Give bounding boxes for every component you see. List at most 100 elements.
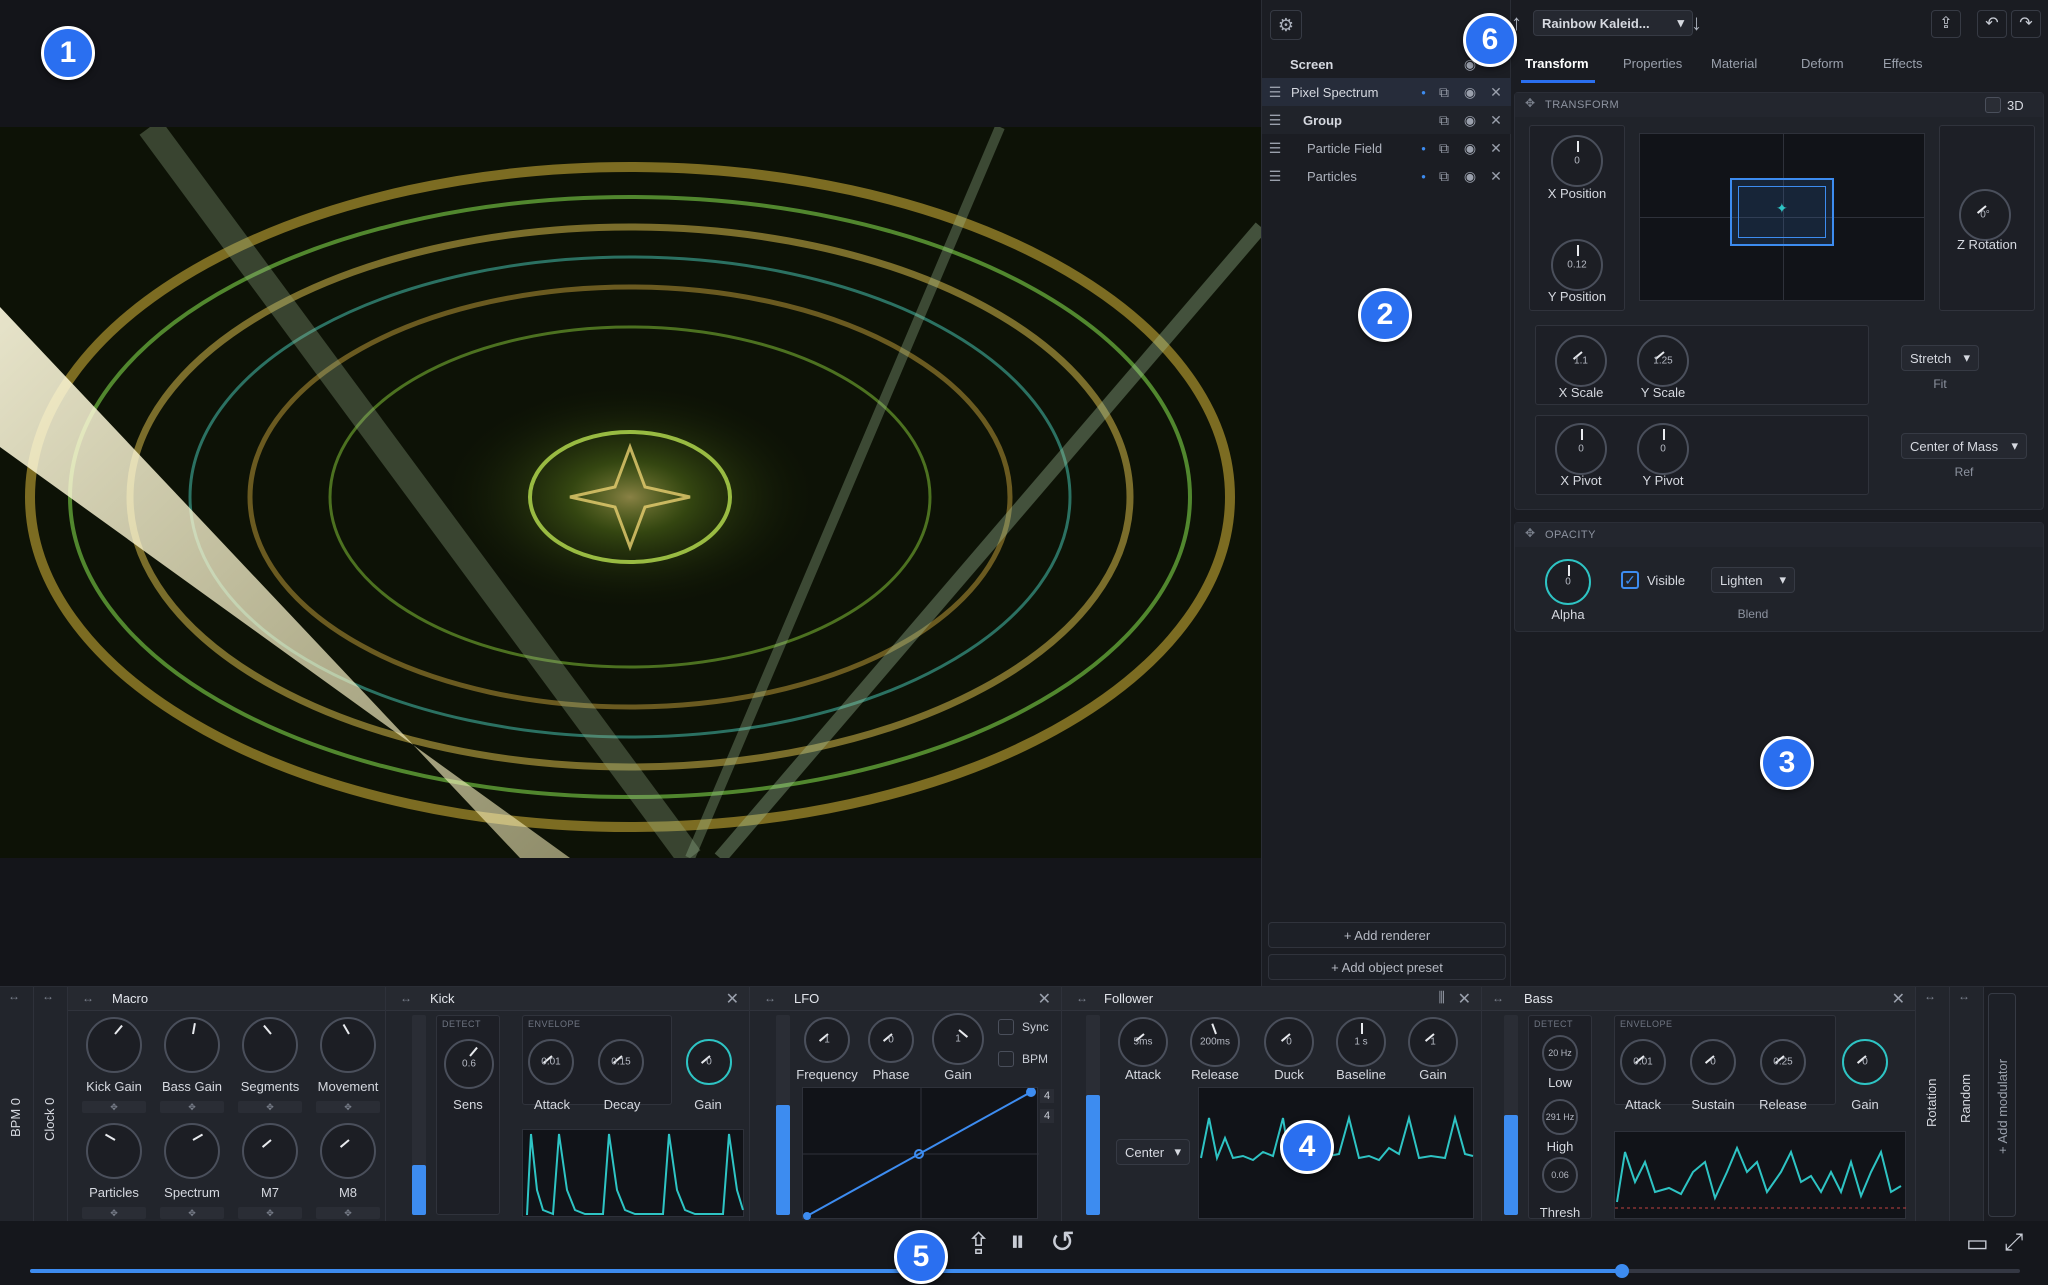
lfo-phase-knob[interactable]: 0 — [868, 1017, 914, 1063]
expand-icon[interactable]: ↔ — [1492, 991, 1504, 1005]
duplicate-icon[interactable]: ⧉ — [1436, 168, 1452, 184]
tab-deform[interactable]: Deform — [1801, 56, 1844, 71]
expand-icon[interactable]: ↔ — [400, 991, 412, 1005]
timeline-thumb[interactable] — [1615, 1264, 1629, 1278]
tab-properties[interactable]: Properties — [1623, 56, 1682, 71]
steps-top-value[interactable]: 4 — [1040, 1089, 1055, 1103]
macro-knob-segments[interactable] — [242, 1017, 298, 1073]
y-pivot-knob[interactable]: 0 — [1637, 423, 1689, 475]
eye-icon[interactable]: ◉ — [1462, 140, 1478, 156]
transform-bounds[interactable]: ✦ — [1730, 178, 1834, 246]
macro-knob-bass-gain[interactable] — [164, 1017, 220, 1073]
drag-handle-icon[interactable]: ☰ — [1267, 84, 1283, 100]
modulation-handle[interactable]: ✥ — [316, 1207, 380, 1219]
expand-icon[interactable]: ↔ — [1958, 989, 1970, 1003]
drag-handle-icon[interactable]: ☰ — [1267, 140, 1283, 156]
modulation-handle[interactable]: ✥ — [160, 1101, 224, 1113]
modulation-handle[interactable]: ✥ — [238, 1101, 302, 1113]
close-icon[interactable]: ✕ — [1488, 140, 1504, 156]
drag-handle-icon[interactable]: ☰ — [1267, 168, 1283, 184]
macro-knob-m7[interactable] — [242, 1123, 298, 1179]
pivot-icon[interactable]: ✦ — [1776, 200, 1788, 217]
layer-particles[interactable]: ☰ Particles ● ⧉ ◉ ✕ — [1262, 162, 1512, 190]
y-position-knob[interactable]: 0.12 — [1551, 239, 1603, 291]
3d-checkbox[interactable] — [1985, 97, 2001, 113]
follower-baseline-knob[interactable]: 1 s — [1336, 1017, 1386, 1067]
x-pivot-knob[interactable]: 0 — [1555, 423, 1607, 475]
tab-material[interactable]: Material — [1711, 56, 1757, 71]
sync-checkbox[interactable] — [998, 1019, 1014, 1035]
close-icon[interactable]: ✕ — [1488, 84, 1504, 100]
expand-icon[interactable]: ↔ — [42, 989, 54, 1003]
follower-mode-dropdown[interactable]: Center ▾ — [1116, 1139, 1190, 1165]
close-icon[interactable]: ✕ — [1458, 989, 1471, 1009]
expand-icon[interactable]: ↔ — [764, 991, 776, 1005]
modulation-handle[interactable]: ✥ — [238, 1207, 302, 1219]
fullscreen-icon[interactable]: ⤢ — [2004, 1229, 2023, 1257]
duplicate-icon[interactable]: ⧉ — [1436, 84, 1452, 100]
lfo-frequency-knob[interactable]: 1 — [804, 1017, 850, 1063]
timeline-track[interactable] — [30, 1264, 2020, 1278]
bass-high-knob[interactable]: 291 Hz — [1542, 1099, 1578, 1135]
bass-release-knob[interactable]: 0.25 — [1760, 1039, 1806, 1085]
eye-icon[interactable]: ◉ — [1462, 168, 1478, 184]
macro-knob-movement[interactable] — [320, 1017, 376, 1073]
alpha-knob[interactable]: 0 — [1545, 559, 1591, 605]
position-pad[interactable]: ✦ — [1639, 133, 1925, 301]
z-rotation-knob[interactable]: 0° — [1959, 189, 2011, 241]
tab-effects[interactable]: Effects — [1883, 56, 1923, 71]
add-modulator-button[interactable]: + Add modulator — [1988, 993, 2016, 1217]
macro-knob-m8[interactable] — [320, 1123, 376, 1179]
bass-low-knob[interactable]: 20 Hz — [1542, 1035, 1578, 1071]
render-viewport[interactable] — [0, 0, 1261, 986]
kick-sens-knob[interactable]: 0.6 — [444, 1039, 494, 1089]
arrow-down-icon[interactable]: ↓ — [1691, 10, 1702, 36]
follower-attack-knob[interactable]: 5ms — [1118, 1017, 1168, 1067]
close-icon[interactable]: ✕ — [1892, 989, 1905, 1009]
share-button[interactable]: ⇪ — [1931, 10, 1961, 38]
modulation-handle[interactable]: ✥ — [316, 1101, 380, 1113]
opacity-header[interactable]: OPACITY — [1515, 523, 2043, 547]
y-scale-knob[interactable]: 1.25 — [1637, 335, 1689, 387]
export-icon[interactable]: ⇪ — [966, 1227, 991, 1262]
macro-knob-kick-gain[interactable] — [86, 1017, 142, 1073]
modulation-handle[interactable]: ✥ — [82, 1207, 146, 1219]
layer-particle-field[interactable]: ☰ Particle Field ● ⧉ ◉ ✕ — [1262, 134, 1512, 162]
close-icon[interactable]: ✕ — [1488, 168, 1504, 184]
eye-icon[interactable]: ◉ — [1462, 84, 1478, 100]
expand-icon[interactable]: ↔ — [8, 989, 20, 1003]
lfo-shape-editor[interactable] — [802, 1087, 1039, 1220]
blend-dropdown[interactable]: Lighten ▾ — [1711, 567, 1795, 593]
bass-sustain-knob[interactable]: 0 — [1690, 1039, 1736, 1085]
settings-button[interactable]: ⚙ — [1270, 10, 1302, 40]
preset-dropdown[interactable]: Rainbow Kaleid... ▾ — [1533, 10, 1693, 36]
pause-icon[interactable]: ⏸ — [1010, 1225, 1025, 1259]
layer-group[interactable]: ☰ Group ⧉ ◉ ✕ — [1262, 106, 1512, 134]
undo-button[interactable]: ↶ — [1977, 10, 2007, 38]
kick-decay-knob[interactable]: 0.15 — [598, 1039, 644, 1085]
drag-handle-icon[interactable]: ☰ — [1267, 112, 1283, 128]
redo-button[interactable]: ↷ — [2011, 10, 2041, 38]
add-object-preset-button[interactable]: + Add object preset — [1268, 954, 1506, 980]
picture-in-picture-icon[interactable]: ▭ — [1966, 1229, 1989, 1258]
tab-transform[interactable]: Transform — [1525, 56, 1589, 71]
expand-icon[interactable]: ↔ — [1076, 991, 1088, 1005]
eye-icon[interactable]: ◉ — [1462, 112, 1478, 128]
expand-icon[interactable]: ↔ — [1924, 989, 1936, 1003]
follower-release-knob[interactable]: 200ms — [1190, 1017, 1240, 1067]
kick-gain-knob[interactable]: 0 — [686, 1039, 732, 1085]
kick-attack-knob[interactable]: 0.01 — [528, 1039, 574, 1085]
macro-knob-particles[interactable] — [86, 1123, 142, 1179]
fit-dropdown[interactable]: Stretch ▾ — [1901, 345, 1979, 371]
layer-pixel-spectrum[interactable]: ☰ Pixel Spectrum ● ⧉ ◉ ✕ — [1262, 78, 1512, 106]
duplicate-icon[interactable]: ⧉ — [1436, 112, 1452, 128]
follower-gain-knob[interactable]: 1 — [1408, 1017, 1458, 1067]
lfo-gain-knob[interactable]: 1 — [932, 1013, 984, 1065]
modulation-handle[interactable]: ✥ — [82, 1101, 146, 1113]
mixer-icon[interactable]: ⫼ — [1439, 989, 1445, 1006]
bass-thresh-knob[interactable]: 0.06 — [1542, 1157, 1578, 1193]
visible-checkbox[interactable]: ✓ — [1621, 571, 1639, 589]
ref-dropdown[interactable]: Center of Mass ▾ — [1901, 433, 2027, 459]
duplicate-icon[interactable]: ⧉ — [1436, 140, 1452, 156]
close-icon[interactable]: ✕ — [1038, 989, 1051, 1009]
